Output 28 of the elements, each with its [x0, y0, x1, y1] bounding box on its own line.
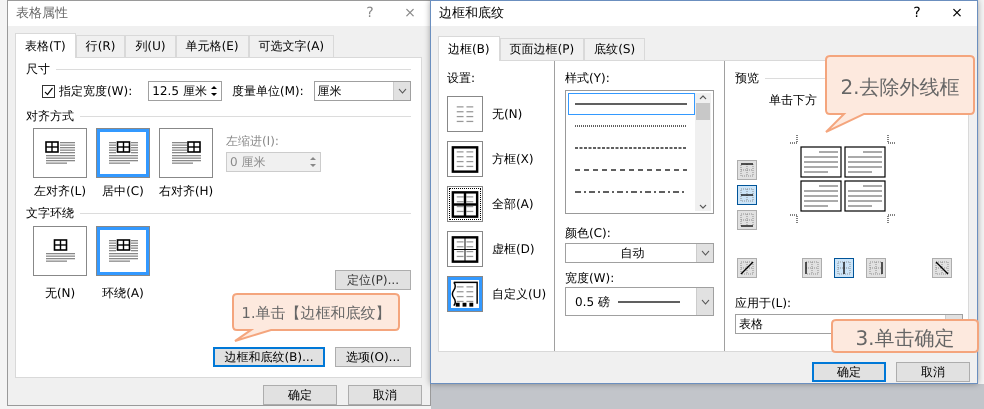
callout-tooltip: 2.去除外线框 — [824, 54, 976, 134]
callout-tooltip: 1.单击【边框和底纹】 — [231, 292, 401, 342]
field-label: 颜色(C): — [565, 225, 612, 242]
field-label: 样式(Y): — [565, 71, 610, 85]
callout-tooltip: 3.单击确定 — [830, 318, 980, 354]
window-title: 表格属性 — [16, 4, 69, 23]
window-title: 边框和底纹 — [439, 4, 505, 23]
field-label: 应用于(L): — [735, 295, 792, 312]
option-label: 环绕(A) — [102, 285, 144, 302]
option-label: 无(N) — [492, 106, 522, 123]
section-heading: 文字环绕 — [26, 205, 74, 222]
section-heading: 尺寸 — [26, 61, 50, 78]
option-label: 自定义(U) — [492, 286, 546, 303]
option-label: 虚框(D) — [492, 241, 535, 258]
field-label: 左缩进(I): — [226, 133, 280, 150]
option-label: 无(N) — [44, 285, 76, 302]
option-label: 左对齐(L) — [34, 183, 86, 200]
section-heading: 预览 — [735, 70, 759, 87]
field-label: 宽度(W): — [565, 270, 616, 287]
option-label: 右对齐(H) — [158, 183, 214, 200]
option-label: 居中(C) — [102, 183, 144, 200]
option-label: 方框(X) — [492, 151, 534, 168]
checkbox-label: 指定宽度(W): — [59, 83, 132, 100]
field-label: 度量单位(M): — [232, 83, 304, 100]
option-label: 全部(A) — [492, 196, 534, 213]
section-heading: 设置: — [447, 71, 476, 85]
section-heading: 对齐方式 — [26, 108, 74, 125]
hint-text: 单击下方 — [769, 92, 817, 109]
